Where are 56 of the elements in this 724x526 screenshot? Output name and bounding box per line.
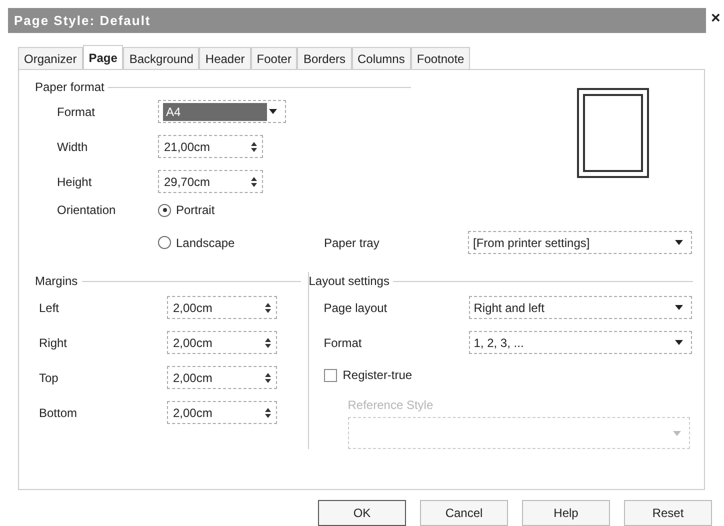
spin-arrows-icon xyxy=(265,302,271,312)
field-label: Bottom xyxy=(39,404,78,422)
spin-field[interactable]: 2,00cm xyxy=(167,366,277,389)
tab[interactable]: Footnote xyxy=(410,47,470,69)
dialog-button[interactable]: Reset xyxy=(624,500,712,526)
field-label: Format xyxy=(324,334,363,352)
checkbox[interactable] xyxy=(324,368,337,382)
close-button[interactable]: × xyxy=(711,8,720,30)
dropdown-arrow-icon xyxy=(269,109,277,114)
dropdown-field[interactable]: [From printer settings] xyxy=(468,231,692,254)
tab[interactable]: Columns xyxy=(352,47,411,69)
field-label: Height xyxy=(57,174,93,190)
spin-arrows-icon xyxy=(251,142,257,152)
dropdown-field[interactable]: 1, 2, 3, ... xyxy=(468,331,692,354)
dropdown-arrow-icon xyxy=(672,430,681,436)
tab[interactable]: Background xyxy=(123,47,200,69)
field-label: Top xyxy=(39,370,60,386)
section-title: Paper format xyxy=(35,79,104,96)
spin-field[interactable]: 2,00cm xyxy=(167,331,277,354)
spin-arrows-icon xyxy=(265,408,271,418)
field-label: Orientation xyxy=(57,202,117,219)
dialog-button[interactable]: OK xyxy=(318,500,406,526)
field-label: Reference Style xyxy=(348,397,434,414)
radio-label: Portrait xyxy=(176,202,215,219)
dialog-button[interactable]: Help xyxy=(522,500,610,526)
radio-button[interactable] xyxy=(158,204,171,216)
dialog-button[interactable]: Cancel xyxy=(420,500,508,526)
tab[interactable]: Footer xyxy=(250,47,298,69)
field-label: Format xyxy=(57,104,96,120)
dropdown-arrow-icon xyxy=(674,305,683,310)
section-title: Layout settings xyxy=(308,273,390,290)
field-label: Paper tray xyxy=(324,234,380,252)
tab[interactable]: Borders xyxy=(297,47,352,69)
spin-arrows-icon xyxy=(265,338,271,348)
field-label: Page layout xyxy=(324,300,388,316)
checkbox-label: Register-true xyxy=(342,367,412,384)
tab[interactable]: Page xyxy=(82,45,124,69)
tab[interactable]: Organizer xyxy=(18,47,83,69)
spin-field[interactable]: 2,00cm xyxy=(167,401,277,424)
radio-label: Landscape xyxy=(176,234,235,252)
spin-field[interactable]: 29,70cm xyxy=(158,170,263,193)
spin-arrows-icon xyxy=(251,176,257,186)
spin-field[interactable]: 21,00cm xyxy=(158,135,263,158)
window-title: Page Style: Default xyxy=(14,12,151,30)
dropdown-arrow-icon xyxy=(675,240,683,245)
field-label: Width xyxy=(57,138,89,156)
tab[interactable]: Header xyxy=(199,47,251,69)
dropdown-field[interactable]: Right and left xyxy=(468,296,692,319)
field-label: Left xyxy=(39,300,60,316)
spin-field[interactable]: 2,00cm xyxy=(167,296,277,319)
section-title: Margins xyxy=(35,273,78,290)
dropdown-field[interactable]: A4 xyxy=(158,100,286,123)
field-label: Right xyxy=(39,334,68,352)
spin-arrows-icon xyxy=(265,372,271,382)
dropdown-arrow-icon xyxy=(674,340,683,345)
radio-button[interactable] xyxy=(158,236,171,249)
